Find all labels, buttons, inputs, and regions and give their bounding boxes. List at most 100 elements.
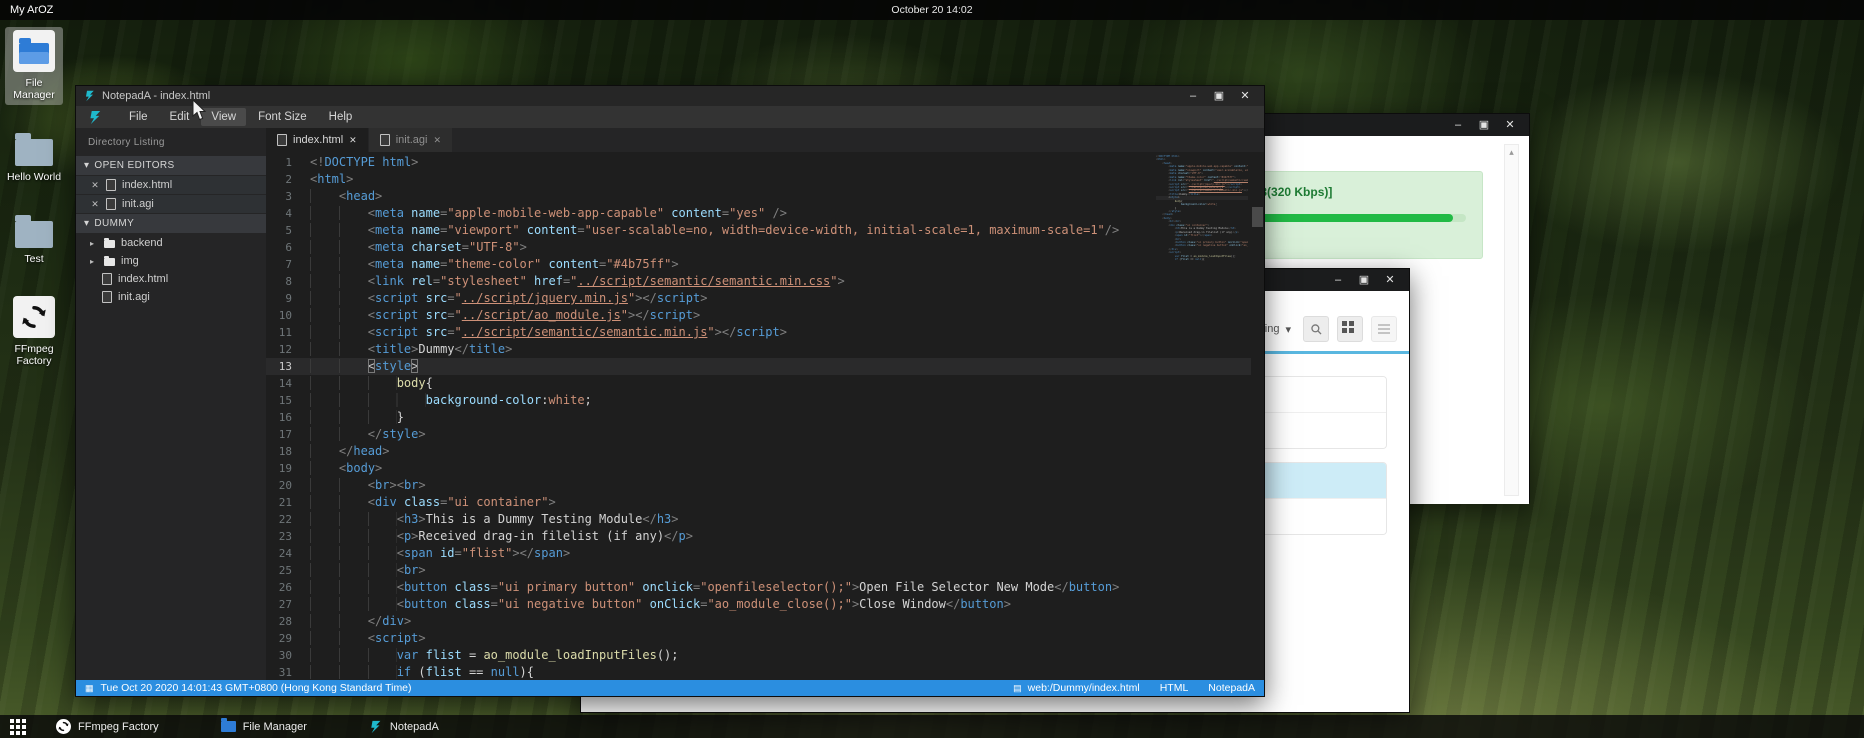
- editor-line[interactable]: 7 <meta name="theme-color" content="#4b7…: [266, 256, 1251, 273]
- tree-item-index.html[interactable]: ✕index.html: [76, 176, 266, 194]
- tree-item-init.agi[interactable]: ✕init.agi: [76, 195, 266, 213]
- code-token: div: [382, 614, 404, 628]
- tab-close-icon[interactable]: ✕: [433, 135, 441, 146]
- minimap[interactable]: 1<!DOCTYPE html>2<html>3 <head>4 <meta n…: [1156, 155, 1248, 275]
- menu-item-help[interactable]: Help: [319, 108, 363, 126]
- menu-item-font-size[interactable]: Font Size: [248, 108, 317, 126]
- code-token: button: [404, 580, 447, 594]
- list-view-button[interactable]: [1371, 316, 1397, 342]
- editor-line[interactable]: 14 body{: [266, 375, 1251, 392]
- app-launcher-icon[interactable]: [9, 718, 26, 735]
- maximize-button[interactable]: ▣: [1351, 269, 1377, 291]
- code-token: p: [679, 529, 686, 543]
- editor-line[interactable]: 20 <br><br>: [266, 477, 1251, 494]
- editor-line[interactable]: 8 <link rel="stylesheet" href="../script…: [266, 273, 1251, 290]
- editor-line[interactable]: 6 <meta charset="UTF-8">: [266, 239, 1251, 256]
- editor-line[interactable]: 23 <p>Received drag-in filelist (if any)…: [266, 528, 1251, 545]
- editor-line[interactable]: 4 <meta name="apple-mobile-web-app-capab…: [266, 205, 1251, 222]
- code-token: =: [447, 325, 454, 339]
- editor-line[interactable]: 27 <button class="ui negative button" on…: [266, 596, 1251, 613]
- statusbar-filepath[interactable]: web:/Dummy/index.html: [1028, 682, 1140, 694]
- statusbar-language[interactable]: HTML: [1160, 682, 1189, 694]
- taskbar-item-file-manager[interactable]: File Manager: [221, 721, 307, 733]
- line-number: 20: [266, 477, 292, 494]
- editor-line[interactable]: 1<!DOCTYPE html>: [266, 154, 1251, 171]
- notepada-window[interactable]: NotepadA - index.html – ▣ ✕ FileEditView…: [75, 85, 1265, 697]
- maximize-button[interactable]: ▣: [1206, 85, 1232, 107]
- code-token: ><: [389, 478, 403, 492]
- editor-line[interactable]: 15 background-color:white;: [266, 392, 1251, 409]
- editor-line[interactable]: 24 <span id="flist"></span>: [266, 545, 1251, 562]
- notepada-titlebar[interactable]: NotepadA - index.html – ▣ ✕: [76, 86, 1264, 106]
- code-area[interactable]: 1<!DOCTYPE html>2<html>3 <head>4 <meta n…: [266, 154, 1251, 680]
- minimize-button[interactable]: –: [1180, 85, 1206, 107]
- taskbar-item-ffmpeg-factory[interactable]: FFmpeg Factory: [56, 719, 159, 734]
- editor-line[interactable]: 31 if (flist == null){: [266, 664, 1251, 680]
- editor-line[interactable]: 21 <div class="ui container">: [266, 494, 1251, 511]
- code-token: <!: [310, 155, 324, 169]
- indent: [310, 444, 339, 458]
- tree-item-init.agi[interactable]: init.agi: [76, 288, 266, 306]
- editor-line[interactable]: 10 <script src="../script/ao_module.js">…: [266, 307, 1251, 324]
- editor-line[interactable]: 2<html>: [266, 171, 1251, 188]
- close-file-icon[interactable]: ✕: [90, 199, 100, 210]
- editor-line[interactable]: 26 <button class="ui primary button" onc…: [266, 579, 1251, 596]
- code-token: ></: [628, 308, 650, 322]
- code-token: meta: [375, 257, 404, 271]
- editor-line[interactable]: 19 <body>: [266, 460, 1251, 477]
- indent: [310, 308, 368, 322]
- caret-down-icon: ▾: [1285, 323, 1291, 336]
- line-number: 15: [266, 392, 292, 409]
- editor-line[interactable]: 18 </head>: [266, 443, 1251, 460]
- desktop-icon-file-manager[interactable]: File Manager: [5, 27, 63, 105]
- tree-section-dummy[interactable]: ▾DUMMY: [76, 214, 266, 233]
- editor-line[interactable]: 12 <title>Dummy</title>: [266, 341, 1251, 358]
- grid-view-button[interactable]: [1337, 316, 1363, 342]
- tree-item-index.html[interactable]: index.html: [76, 270, 266, 288]
- tree-item-backend[interactable]: ▸backend: [76, 234, 266, 252]
- scrollbar-thumb[interactable]: [1252, 207, 1263, 227]
- statusbar: ▦ Tue Oct 20 2020 14:01:43 GMT+0800 (Hon…: [76, 680, 1264, 696]
- editor-line[interactable]: 3 <head>: [266, 188, 1251, 205]
- taskbar-item-notepada[interactable]: NotepadA: [369, 720, 439, 734]
- tab-index.html[interactable]: index.html✕: [266, 128, 369, 152]
- scroll-up-icon[interactable]: ▴: [1509, 147, 1514, 157]
- editor-line[interactable]: 16 }: [266, 409, 1251, 426]
- desktop-icon-hello-world[interactable]: Hello World: [5, 129, 63, 187]
- menu-item-view[interactable]: View: [201, 108, 246, 126]
- scrollbar[interactable]: ▴: [1504, 144, 1519, 496]
- menu-item-file[interactable]: File: [119, 108, 158, 126]
- close-button[interactable]: ✕: [1377, 269, 1403, 291]
- editor-line[interactable]: 11 <script src="../script/semantic/seman…: [266, 324, 1251, 341]
- tab-close-icon[interactable]: ✕: [349, 135, 357, 146]
- editor-scrollbar[interactable]: [1251, 152, 1264, 680]
- desktop-icon-ffmpeg-factory[interactable]: FFmpeg Factory: [5, 293, 63, 371]
- editor-line[interactable]: 22 <h3>This is a Dummy Testing Module</h…: [266, 511, 1251, 528]
- editor-line[interactable]: 28 </div>: [266, 613, 1251, 630]
- editor-line[interactable]: 30 var flist = ao_module_loadInputFiles(…: [266, 647, 1251, 664]
- editor-line[interactable]: 13 <style>: [266, 358, 1251, 375]
- desktop-icon-test[interactable]: Test: [5, 211, 63, 269]
- code-token: >: [686, 529, 693, 543]
- minimize-button[interactable]: –: [1445, 114, 1471, 136]
- editor-line[interactable]: 29 <script>: [266, 630, 1251, 647]
- editor-line[interactable]: 9 <script src="../script/jquery.min.js">…: [266, 290, 1251, 307]
- maximize-button[interactable]: ▣: [1471, 114, 1497, 136]
- folder-icon: [104, 258, 115, 266]
- close-button[interactable]: ✕: [1497, 114, 1523, 136]
- close-file-icon[interactable]: ✕: [90, 180, 100, 191]
- editor-line[interactable]: 5 <meta name="viewport" content="user-sc…: [266, 222, 1251, 239]
- close-button[interactable]: ✕: [1232, 85, 1258, 107]
- search-button[interactable]: [1303, 316, 1329, 342]
- editor-line[interactable]: 17 </style>: [266, 426, 1251, 443]
- indent: [310, 529, 397, 543]
- code-token: >: [418, 563, 425, 577]
- tree-item-img[interactable]: ▸img: [76, 252, 266, 270]
- tree-section-open-editors[interactable]: ▾OPEN EDITORS: [76, 156, 266, 175]
- minimize-button[interactable]: –: [1325, 269, 1351, 291]
- mouse-cursor: [192, 100, 208, 122]
- tab-init.agi[interactable]: init.agi✕: [369, 128, 453, 152]
- editor-line[interactable]: 25 <br>: [266, 562, 1251, 579]
- editor[interactable]: 1<!DOCTYPE html>2<html>3 <head>4 <meta n…: [266, 152, 1264, 680]
- code-token: <: [368, 495, 375, 509]
